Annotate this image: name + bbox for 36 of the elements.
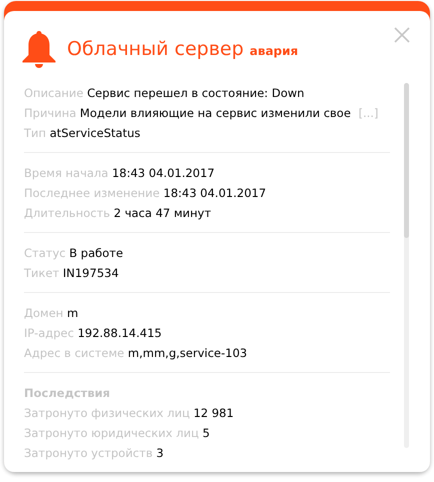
field-label: Статус: [24, 246, 66, 260]
field-value: Модели влияющие на сервис изменили свое: [80, 106, 351, 120]
field-label: Затронуто юридических лиц: [24, 426, 199, 440]
severity-label: авария: [250, 43, 298, 60]
field-label: Затронуто устройств: [24, 446, 153, 460]
field-label: Домен: [24, 306, 64, 320]
field-value: 5: [202, 426, 210, 440]
close-icon: [394, 27, 410, 43]
field-value: 12 981: [193, 406, 234, 420]
bell-icon: [22, 31, 56, 68]
scrollbar-thumb[interactable]: [404, 83, 409, 238]
field-value: 2 часа 47 минут: [114, 206, 212, 220]
field-label: Адрес в системе: [24, 346, 124, 360]
field-label: Последнее изменение: [24, 186, 160, 200]
field-label: Тикет: [24, 266, 60, 280]
field-label: Причина: [24, 106, 76, 120]
field-label: IP-адрес: [24, 326, 74, 340]
field-value: atServiceStatus: [50, 126, 140, 140]
field-value: m,mm,g,service-103: [128, 346, 248, 360]
field-value: 18:43 04.01.2017: [163, 186, 266, 200]
field-label: Тип: [24, 126, 46, 140]
field-value: 192.88.14.415: [78, 326, 162, 340]
field-label: Описание: [24, 86, 84, 100]
field-value: В работе: [69, 246, 124, 260]
field-label: Длительность: [24, 206, 110, 220]
field-value: m: [66, 306, 78, 320]
field-value: IN197534: [62, 266, 119, 280]
section-heading: Последствия: [24, 385, 112, 402]
field-value: 18:43 04.01.2017: [112, 166, 215, 180]
field-value: Сервис перешел в состояние: Down: [87, 86, 304, 100]
expand-link[interactable]: [...]: [358, 103, 378, 123]
alert-title: Облачный сервер: [67, 37, 244, 62]
close-button[interactable]: [394, 27, 410, 43]
field-label: Затронуто физических лиц: [24, 406, 190, 420]
field-label: Время начала: [24, 166, 108, 180]
field-value: 3: [156, 446, 164, 460]
